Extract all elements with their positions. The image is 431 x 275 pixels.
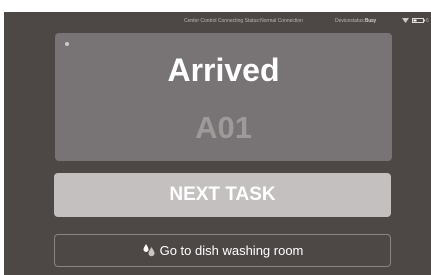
center-control-status: Center Control Connecting Status:Normal … <box>184 18 303 24</box>
destination-label: Go to dish washing room <box>159 243 304 258</box>
go-to-dish-washing-button[interactable]: Go to dish washing room <box>54 234 391 267</box>
next-task-button[interactable]: NEXT TASK <box>54 173 391 217</box>
arrived-title: Arrived <box>167 52 280 88</box>
device-status-value: Busy <box>365 18 377 24</box>
battery-icon <box>412 18 425 23</box>
water-drops-icon <box>143 244 155 257</box>
robot-screen: Center Control Connecting Status:Normal … <box>4 12 431 275</box>
wifi-icon <box>402 18 409 23</box>
battery-level: 6 <box>426 18 429 24</box>
arrival-panel: Arrived A01 <box>55 33 392 161</box>
location-code: A01 <box>195 110 252 145</box>
device-status-label: Devicestatus: <box>335 18 366 24</box>
device-status: Devicestatus:Busy <box>335 18 376 24</box>
indicator-dot <box>65 42 69 46</box>
status-bar: Center Control Connecting Status:Normal … <box>4 12 431 30</box>
